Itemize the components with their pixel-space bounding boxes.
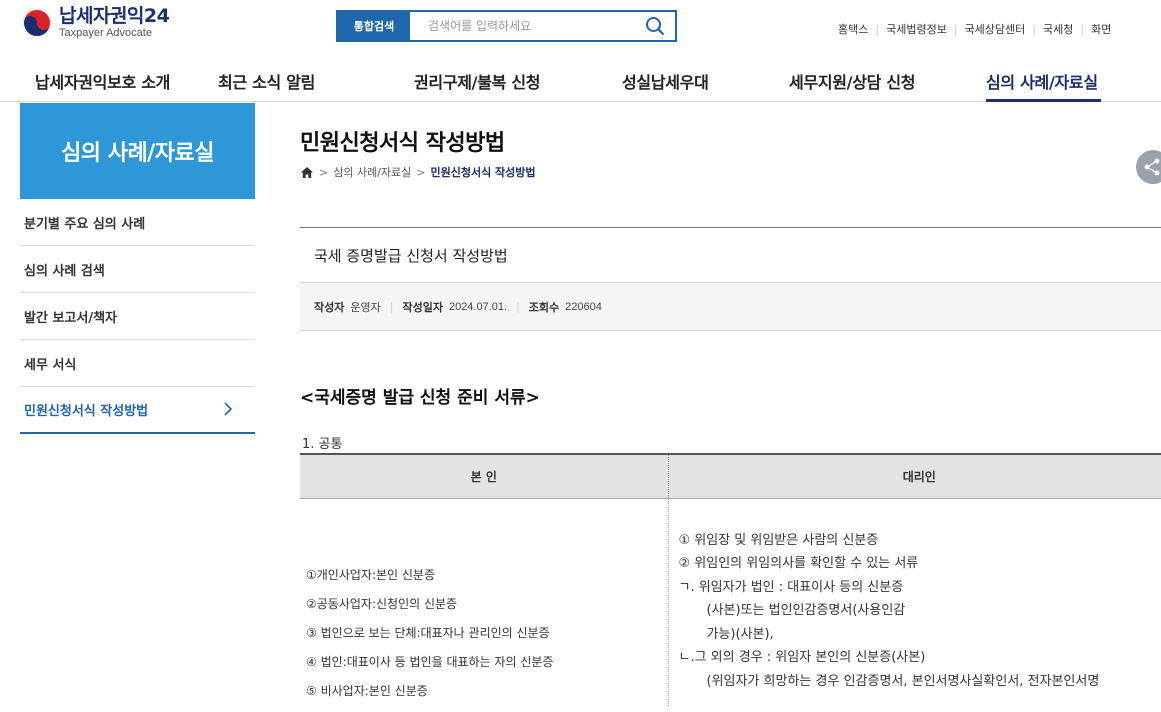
sidebar-item-case-search[interactable]: 심의 사례 검색 bbox=[20, 246, 255, 293]
sidebar-item-label: 발간 보고서/책자 bbox=[24, 310, 117, 326]
breadcrumb-separator: > bbox=[416, 165, 426, 179]
logo-title: 납세자권익24 bbox=[59, 5, 170, 27]
home-icon[interactable] bbox=[300, 166, 314, 179]
list-item: ①개인사업자:본인 신분증 bbox=[306, 567, 436, 582]
header: 납세자권익24 Taxpayer Advocate 통합검색 홈택스 | 국세법… bbox=[0, 0, 1161, 46]
list-item: (위임자가 희망하는 경우 인감증명서, 본인서명사실확인서, 전자본인서명 bbox=[706, 673, 1100, 689]
util-link-tax-law[interactable]: 국세법령정보 bbox=[886, 21, 947, 37]
breadcrumb-section[interactable]: 심의 사례/자료실 bbox=[333, 164, 411, 180]
meta-divider: | bbox=[389, 300, 394, 313]
list-item: (사본)또는 법인인감증명서(사용인감 bbox=[706, 603, 906, 618]
list-item: ② 위임인의 위임의사를 확인할 수 있는 서류 bbox=[678, 556, 919, 571]
sidebar-item-reports[interactable]: 발간 보고서/책자 bbox=[20, 293, 255, 340]
chevron-right-icon bbox=[224, 402, 233, 416]
author-value: 운영자 bbox=[350, 301, 381, 314]
util-link-screen[interactable]: 화면 bbox=[1091, 21, 1111, 37]
util-divider: | bbox=[875, 22, 880, 36]
sidebar-item-tax-forms[interactable]: 세무 서식 bbox=[20, 340, 255, 387]
sidebar-item-label: 민원신청서식 작성방법 bbox=[24, 404, 149, 419]
search-icon bbox=[646, 17, 665, 36]
breadcrumb-separator: > bbox=[319, 165, 329, 179]
search-input[interactable] bbox=[410, 12, 635, 40]
agent-documents-cell: ① 위임장 및 위임받은 사람의 신분증 ② 위임인의 위임의사를 확인할 수 … bbox=[668, 498, 1161, 706]
search-bar: 통합검색 bbox=[336, 10, 677, 42]
util-divider: | bbox=[1080, 22, 1085, 36]
sidebar-item-label: 심의 사례 검색 bbox=[24, 263, 105, 279]
share-icon bbox=[1144, 158, 1160, 176]
views-value: 220604 bbox=[565, 300, 602, 313]
column-header-agent: 대리인 bbox=[668, 453, 1161, 499]
nav-item-about[interactable]: 납세자권익보호 소개 bbox=[35, 69, 170, 93]
sidebar-item-quarterly-cases[interactable]: 분기별 주요 심의 사례 bbox=[20, 199, 255, 246]
list-item: ⑤ 비사업자:본인 신분증 bbox=[306, 683, 428, 698]
util-link-consult-center[interactable]: 국세상담센터 bbox=[965, 21, 1026, 37]
util-link-hometax[interactable]: 홈택스 bbox=[838, 21, 868, 37]
nav-item-news[interactable]: 최근 소식 알림 bbox=[218, 69, 315, 93]
views-label: 조회수 bbox=[528, 300, 560, 314]
section-heading: <국세증명 발급 신청 준비 서류> bbox=[300, 388, 540, 408]
util-link-nts[interactable]: 국세청 bbox=[1043, 21, 1073, 37]
list-item: ㄴ.그 외의 경우 : 위임자 본인의 신분증(사본) bbox=[678, 650, 926, 665]
list-item: ④ 법인:대표이사 등 법인을 대표하는 자의 신분증 bbox=[306, 654, 554, 669]
nav-item-cases[interactable]: 심의 사례/자료실 bbox=[986, 69, 1098, 93]
documents-table: 본 인 대리인 ①개인사업자:본인 신분증 ②공동사업자:신청인의 신분증 ③ … bbox=[300, 453, 1161, 706]
list-item: 가능)(사본), bbox=[706, 626, 774, 642]
nav-active-indicator bbox=[986, 99, 1101, 102]
util-divider: | bbox=[953, 22, 958, 36]
search-button[interactable] bbox=[635, 12, 675, 40]
nav-item-support[interactable]: 세무지원/상담 신청 bbox=[789, 69, 915, 93]
nav-item-appeal[interactable]: 권리구제/불복 신청 bbox=[414, 69, 540, 93]
meta-divider: | bbox=[516, 300, 520, 313]
main-navigation: 납세자권익보호 소개 최근 소식 알림 권리구제/불복 신청 성실납세우대 세무… bbox=[0, 57, 1161, 102]
nav-item-honest-taxpayer[interactable]: 성실납세우대 bbox=[622, 69, 709, 93]
sidebar-item-label: 분기별 주요 심의 사례 bbox=[24, 216, 146, 232]
subheading: 1. 공통 bbox=[302, 437, 343, 452]
utility-links: 홈택스 | 국세법령정보 | 국세상담센터 | 국세청 | 화면 bbox=[838, 21, 1111, 37]
page-title: 민원신청서식 작성방법 bbox=[300, 131, 505, 156]
util-divider: | bbox=[1032, 22, 1036, 36]
list-item: ②공동사업자:신청인의 신분증 bbox=[306, 596, 458, 611]
date-label: 작성일자 bbox=[402, 300, 443, 314]
post-meta: 작성자 운영자 | 작성일자 2024.07.01. | 조회수 220604 bbox=[300, 283, 1161, 331]
author-label: 작성자 bbox=[314, 300, 345, 314]
list-item: ③ 법인으로 보는 단체:대표자나 관리인의 신분증 bbox=[306, 625, 550, 640]
site-logo[interactable]: 납세자권익24 Taxpayer Advocate bbox=[22, 5, 170, 39]
sidebar-title: 심의 사례/자료실 bbox=[20, 103, 255, 199]
post-title: 국세 증명발급 신청서 작성방법 bbox=[300, 228, 1161, 283]
search-scope-label[interactable]: 통합검색 bbox=[338, 12, 410, 40]
share-button[interactable] bbox=[1136, 150, 1161, 184]
breadcrumb-current: 민원신청서식 작성방법 bbox=[430, 166, 536, 179]
self-documents-cell: ①개인사업자:본인 신분증 ②공동사업자:신청인의 신분증 ③ 법인으로 보는 … bbox=[300, 498, 669, 706]
logo-mark-icon bbox=[22, 8, 52, 38]
sidebar-menu: 분기별 주요 심의 사례 심의 사례 검색 발간 보고서/책자 세무 서식 민원… bbox=[20, 199, 255, 434]
sidebar-item-label: 세무 서식 bbox=[24, 357, 77, 373]
breadcrumb: > 심의 사례/자료실 > 민원신청서식 작성방법 bbox=[300, 164, 536, 180]
sidebar-item-form-guide[interactable]: 민원신청서식 작성방법 bbox=[20, 387, 255, 434]
list-item: ㄱ. 위임자가 법인 : 대표이사 등의 신분증 bbox=[678, 579, 904, 595]
list-item: ① 위임장 및 위임받은 사람의 신분증 bbox=[678, 532, 879, 548]
date-value: 2024.07.01. bbox=[448, 300, 508, 313]
logo-subtitle: Taxpayer Advocate bbox=[59, 27, 152, 39]
column-header-self: 본 인 bbox=[300, 453, 669, 499]
